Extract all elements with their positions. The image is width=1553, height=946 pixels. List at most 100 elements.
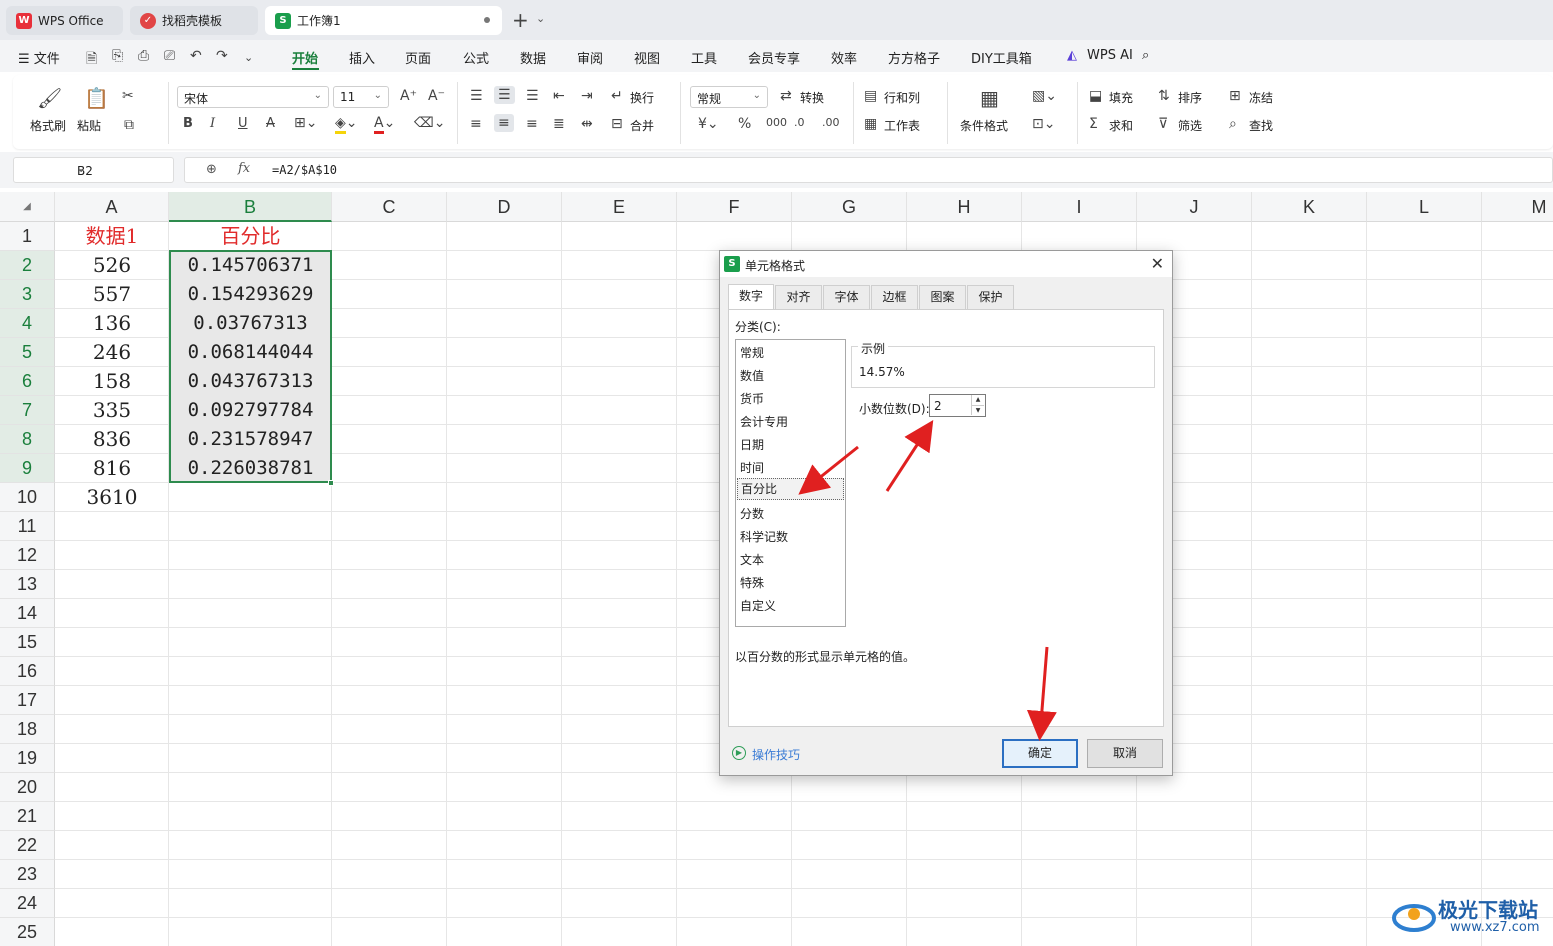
freeze-button[interactable]: 冻结 — [1249, 89, 1273, 106]
spin-up-icon[interactable]: ▲ — [971, 395, 984, 405]
align-right-icon[interactable]: ≡ — [526, 116, 538, 132]
row-header-12[interactable]: 12 — [0, 541, 55, 570]
dialog-tab-alignment[interactable]: 对齐 — [775, 285, 822, 309]
export-icon[interactable]: ⎘ — [112, 48, 123, 64]
column-header-d[interactable]: D — [447, 192, 562, 222]
menu-data[interactable]: 数据 — [520, 48, 546, 67]
save-icon[interactable]: 🗎 — [86, 48, 97, 72]
column-header-e[interactable]: E — [562, 192, 677, 222]
bold-icon[interactable]: B — [183, 116, 193, 131]
column-header-j[interactable]: J — [1137, 192, 1252, 222]
font-name-select[interactable]: 宋体 ⌄ — [177, 86, 329, 108]
row-header-10[interactable]: 10 — [0, 483, 55, 512]
find-button[interactable]: 查找 — [1249, 117, 1273, 134]
zoom-icon[interactable]: ⊕ — [206, 162, 217, 177]
category-item[interactable]: 数值 — [740, 367, 764, 384]
row-header-1[interactable]: 1 — [0, 222, 55, 251]
category-item[interactable]: 货币 — [740, 390, 764, 407]
select-all-corner[interactable]: ◢ — [0, 192, 55, 222]
cell-b1[interactable]: 百分比 — [170, 222, 331, 251]
spin-down-icon[interactable]: ▼ — [971, 405, 984, 415]
worksheet-button[interactable]: 工作表 — [884, 117, 920, 134]
customize-quick-access-icon[interactable]: ⌄ — [244, 51, 253, 64]
print-preview-icon[interactable]: ⎚ — [164, 48, 175, 64]
number-format-select[interactable]: 常规 ⌄ — [690, 86, 768, 108]
dialog-tab-pattern[interactable]: 图案 — [919, 285, 966, 309]
file-menu[interactable]: ☰ 文件 — [18, 48, 60, 67]
category-item[interactable]: 时间 — [740, 459, 764, 476]
menu-diy-toolbox[interactable]: DIY工具箱 — [971, 48, 1032, 67]
row-header-4[interactable]: 4 — [0, 309, 55, 338]
align-left-icon[interactable]: ≡ — [470, 116, 482, 132]
percent-icon[interactable]: % — [738, 116, 751, 132]
column-header-m[interactable]: M — [1482, 192, 1553, 222]
menu-review[interactable]: 审阅 — [577, 48, 603, 67]
print-icon[interactable]: ⎙ — [138, 48, 149, 64]
row-header-14[interactable]: 14 — [0, 599, 55, 628]
row-header-6[interactable]: 6 — [0, 367, 55, 396]
cell-a8[interactable]: 836 — [55, 425, 169, 454]
currency-icon[interactable]: ¥⌄ — [698, 116, 719, 132]
menu-wps-ai[interactable]: WPS AI — [1087, 48, 1133, 63]
copy-icon[interactable]: ⧉ — [124, 117, 134, 133]
tab-docer-templates[interactable]: ✓ 找稻壳模板 — [130, 6, 258, 35]
formula-text[interactable]: =A2/$A$10 — [272, 163, 337, 177]
menu-tools[interactable]: 工具 — [691, 48, 717, 67]
column-header-c[interactable]: C — [332, 192, 447, 222]
new-tab-plus-icon[interactable]: + — [512, 8, 529, 32]
paste-button[interactable]: 粘贴 — [77, 117, 101, 134]
wrap-button[interactable]: 换行 — [630, 89, 654, 106]
formula-input[interactable] — [184, 157, 1553, 183]
dialog-tab-number[interactable]: 数字 — [728, 284, 774, 310]
decimal-places-value[interactable]: 2 — [934, 399, 942, 413]
cell-a2[interactable]: 526 — [55, 251, 169, 280]
row-header-11[interactable]: 11 — [0, 512, 55, 541]
align-bottom-icon[interactable]: ☰ — [526, 88, 539, 104]
column-header-k[interactable]: K — [1252, 192, 1367, 222]
row-header-13[interactable]: 13 — [0, 570, 55, 599]
ok-button[interactable]: 确定 — [1002, 739, 1078, 768]
rows-cols-button[interactable]: 行和列 — [884, 89, 920, 106]
row-header-16[interactable]: 16 — [0, 657, 55, 686]
cell-style-icon[interactable]: ▧⌄ — [1032, 88, 1057, 104]
menu-member[interactable]: 会员专享 — [748, 48, 800, 67]
column-header-h[interactable]: H — [907, 192, 1022, 222]
row-header-24[interactable]: 24 — [0, 889, 55, 918]
cell-a3[interactable]: 557 — [55, 280, 169, 309]
column-header-f[interactable]: F — [677, 192, 792, 222]
indent-increase-icon[interactable]: ⇥ — [581, 88, 593, 104]
strikethrough-icon[interactable]: A — [266, 116, 275, 131]
underline-icon[interactable]: U — [238, 116, 248, 131]
row-header-3[interactable]: 3 — [0, 280, 55, 309]
menu-home[interactable]: 开始 — [292, 48, 318, 67]
menu-efficiency[interactable]: 效率 — [831, 48, 857, 67]
clear-format-icon[interactable]: ⌫⌄ — [414, 115, 446, 131]
decrease-font-icon[interactable]: A⁻ — [428, 88, 445, 104]
category-list[interactable]: 常规 数值 货币 会计专用 日期 时间 百分比 分数 科学记数 文本 特殊 自定义 — [735, 339, 846, 627]
row-header-23[interactable]: 23 — [0, 860, 55, 889]
decimal-places-spinner[interactable]: 2 ▲ ▼ — [929, 394, 986, 417]
column-header-b[interactable]: B — [169, 192, 332, 222]
menu-view[interactable]: 视图 — [634, 48, 660, 67]
justify-icon[interactable]: ≣ — [553, 116, 565, 132]
decrease-decimal-icon[interactable]: .00 — [822, 116, 840, 129]
cell-a9[interactable]: 816 — [55, 454, 169, 483]
format-painter-button[interactable]: 格式刷 — [30, 117, 66, 134]
cancel-button[interactable]: 取消 — [1087, 739, 1163, 768]
category-item[interactable]: 日期 — [740, 436, 764, 453]
row-header-2[interactable]: 2 — [0, 251, 55, 280]
undo-icon[interactable]: ↶ — [190, 48, 202, 64]
fx-icon[interactable]: fx — [238, 161, 250, 176]
close-icon[interactable]: ✕ — [1151, 254, 1164, 273]
row-header-19[interactable]: 19 — [0, 744, 55, 773]
dialog-tab-border[interactable]: 边框 — [871, 285, 918, 309]
category-item[interactable]: 会计专用 — [740, 413, 788, 430]
cell-a5[interactable]: 246 — [55, 338, 169, 367]
category-item[interactable]: 自定义 — [740, 597, 776, 614]
align-middle-icon[interactable]: ☰ — [494, 86, 515, 104]
distributed-icon[interactable]: ⇹ — [581, 116, 593, 132]
row-header-21[interactable]: 21 — [0, 802, 55, 831]
increase-decimal-icon[interactable]: .0 — [794, 116, 805, 129]
indent-decrease-icon[interactable]: ⇤ — [553, 88, 565, 104]
row-header-20[interactable]: 20 — [0, 773, 55, 802]
